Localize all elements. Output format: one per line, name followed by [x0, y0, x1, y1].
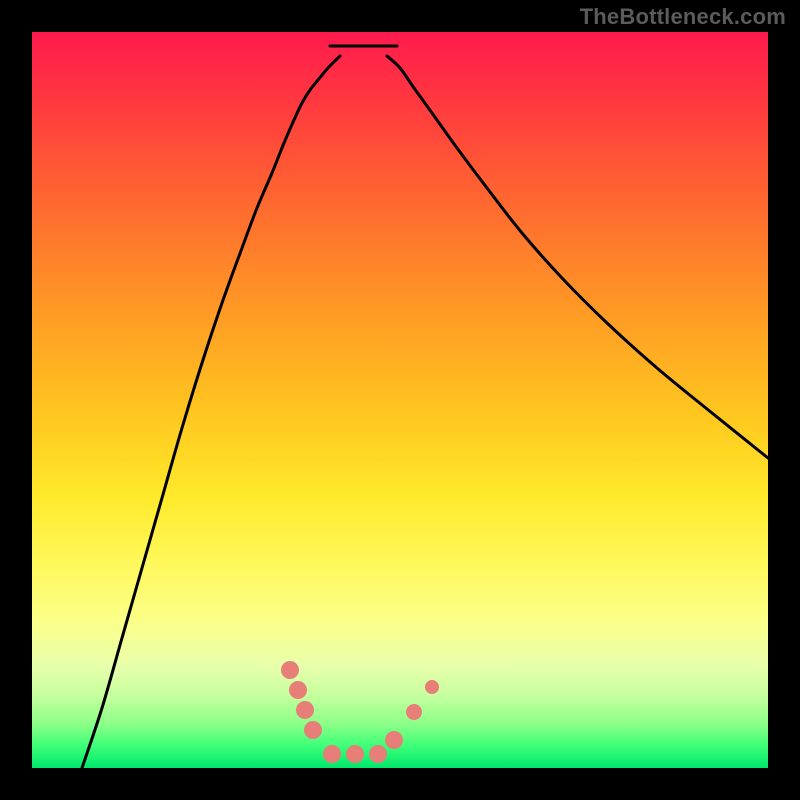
chart-frame: TheBottleneck.com	[0, 0, 800, 800]
floor-b	[346, 745, 364, 763]
floor-a	[323, 745, 341, 763]
plot-area	[32, 32, 768, 768]
floor-c	[369, 745, 387, 763]
left-cluster-lower	[304, 721, 322, 739]
right-curve	[387, 56, 768, 458]
left-cluster-top	[281, 661, 299, 679]
left-curve	[82, 56, 340, 768]
left-cluster-mid	[296, 701, 314, 719]
right-cluster-high	[406, 704, 422, 720]
watermark-text: TheBottleneck.com	[580, 4, 786, 30]
left-cluster-upper	[289, 681, 307, 699]
curve-layer	[32, 32, 768, 768]
right-cluster-top	[425, 680, 439, 694]
right-cluster-low	[385, 731, 403, 749]
